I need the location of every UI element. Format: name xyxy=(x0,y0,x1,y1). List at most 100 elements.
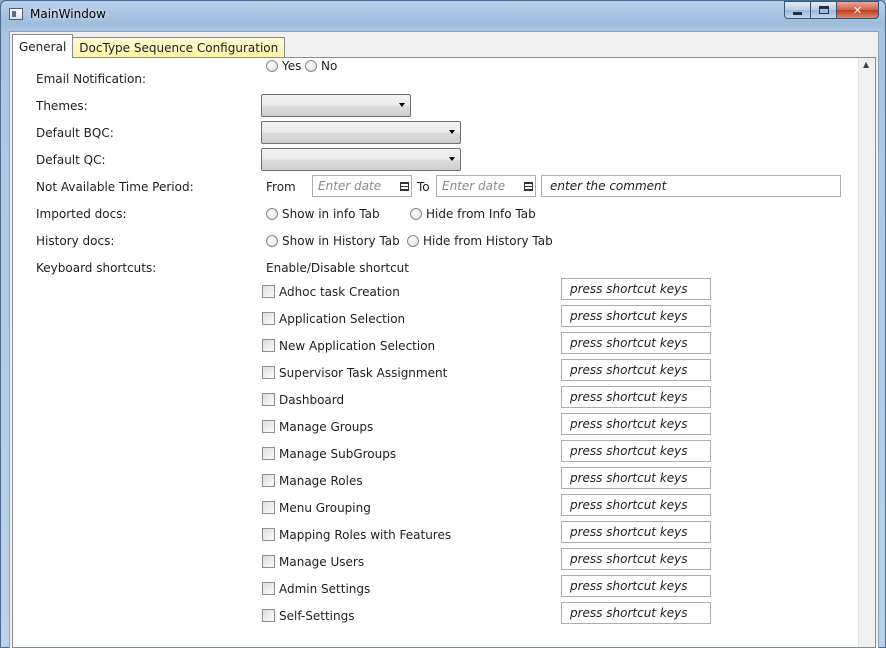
themes-label: Themes: xyxy=(36,99,88,113)
keyboard-shortcuts-label: Keyboard shortcuts: xyxy=(36,261,157,275)
shortcut-checkbox[interactable]: Manage Roles xyxy=(262,474,363,488)
chevron-down-icon xyxy=(449,130,455,134)
shortcut-keys-textbox[interactable] xyxy=(561,602,711,624)
shortcut-keys-textbox[interactable] xyxy=(561,494,711,516)
shortcut-keys-textbox[interactable] xyxy=(561,467,711,489)
shortcut-checkbox[interactable]: Supervisor Task Assignment xyxy=(262,366,447,380)
checkbox-icon xyxy=(262,420,275,433)
history-show-radio[interactable]: Show in History Tab xyxy=(266,234,400,248)
shortcut-keys-input[interactable] xyxy=(562,522,710,542)
shortcut-keys-input[interactable] xyxy=(562,333,710,353)
shortcut-checkbox[interactable]: Admin Settings xyxy=(262,582,370,596)
shortcut-checkbox[interactable]: Adhoc task Creation xyxy=(262,285,400,299)
scroll-up-icon[interactable]: ▲ xyxy=(863,60,869,69)
email-yes-radio[interactable]: Yes xyxy=(266,59,301,73)
radio-icon xyxy=(407,235,419,247)
checkbox-icon xyxy=(262,555,275,568)
default-qc-label: Default QC: xyxy=(36,153,106,167)
shortcut-keys-textbox[interactable] xyxy=(561,305,711,327)
shortcut-keys-textbox[interactable] xyxy=(561,386,711,408)
chevron-down-icon xyxy=(449,157,455,161)
imported-docs-label: Imported docs: xyxy=(36,207,127,221)
shortcut-keys-input[interactable] xyxy=(562,603,710,623)
checkbox-icon xyxy=(262,312,275,325)
shortcut-checkbox[interactable]: Manage Users xyxy=(262,555,364,569)
close-icon: ✕ xyxy=(852,3,863,17)
shortcut-checkbox[interactable]: Manage Groups xyxy=(262,420,373,434)
shortcut-keys-textbox[interactable] xyxy=(561,413,711,435)
shortcut-keys-input[interactable] xyxy=(562,360,710,380)
maximize-button[interactable] xyxy=(810,1,836,19)
from-date-picker[interactable] xyxy=(312,175,412,197)
shortcut-keys-input[interactable] xyxy=(562,441,710,461)
from-date-input[interactable] xyxy=(313,176,399,196)
checkbox-icon xyxy=(262,366,275,379)
shortcut-keys-input[interactable] xyxy=(562,549,710,569)
to-date-input[interactable] xyxy=(437,176,523,196)
shortcut-checkbox[interactable]: Mapping Roles with Features xyxy=(262,528,451,542)
history-hide-radio[interactable]: Hide from History Tab xyxy=(407,234,553,248)
history-show-label: Show in History Tab xyxy=(282,234,400,248)
default-bqc-combobox[interactable] xyxy=(261,121,461,144)
shortcut-keys-input[interactable] xyxy=(562,468,710,488)
comment-textbox[interactable] xyxy=(541,175,841,197)
shortcut-keys-textbox[interactable] xyxy=(561,278,711,300)
shortcut-keys-textbox[interactable] xyxy=(561,440,711,462)
tab-doctype-sequence-configuration[interactable]: DocType Sequence Configuration xyxy=(72,37,286,58)
shortcut-keys-input[interactable] xyxy=(562,306,710,326)
checkbox-icon xyxy=(262,609,275,622)
email-notification-label: Email Notification: xyxy=(36,72,147,86)
email-no-radio[interactable]: No xyxy=(305,59,337,73)
shortcut-keys-input[interactable] xyxy=(562,279,710,299)
checkbox-icon xyxy=(262,528,275,541)
checkbox-icon xyxy=(262,285,275,298)
checkbox-icon xyxy=(262,582,275,595)
tab-strip: General DocType Sequence Configuration xyxy=(12,34,286,58)
client-area: General DocType Sequence Configuration ▲… xyxy=(9,31,879,648)
shortcut-label: Adhoc task Creation xyxy=(279,285,400,299)
window-controls: ✕ xyxy=(784,1,879,19)
shortcut-checkbox[interactable]: Menu Grouping xyxy=(262,501,371,515)
themes-combobox[interactable] xyxy=(261,94,411,117)
imported-show-label: Show in info Tab xyxy=(282,207,380,221)
shortcut-checkbox[interactable]: Manage SubGroups xyxy=(262,447,396,461)
imported-hide-radio[interactable]: Hide from Info Tab xyxy=(410,207,536,221)
shortcut-checkbox[interactable]: Self-Settings xyxy=(262,609,354,623)
checkbox-icon xyxy=(262,339,275,352)
calendar-icon xyxy=(523,181,533,191)
comment-input[interactable] xyxy=(542,176,840,196)
shortcut-keys-textbox[interactable] xyxy=(561,332,711,354)
shortcut-keys-input[interactable] xyxy=(562,576,710,596)
shortcut-label: Supervisor Task Assignment xyxy=(279,366,448,380)
shortcut-keys-input[interactable] xyxy=(562,414,710,434)
minimize-button[interactable] xyxy=(784,1,810,19)
shortcut-label: Self-Settings xyxy=(279,609,355,623)
email-no-label: No xyxy=(321,59,338,73)
checkbox-icon xyxy=(262,501,275,514)
shortcut-keys-textbox[interactable] xyxy=(561,521,711,543)
to-label: To xyxy=(417,180,430,194)
tab-general[interactable]: General xyxy=(12,34,74,58)
main-window: MainWindow ✕ General DocType Sequence Co… xyxy=(0,0,886,648)
close-button[interactable]: ✕ xyxy=(836,1,879,19)
calendar-button[interactable] xyxy=(398,178,410,194)
vertical-scrollbar[interactable]: ▲ xyxy=(858,58,875,647)
history-docs-label: History docs: xyxy=(36,234,115,248)
title-bar[interactable]: MainWindow ✕ xyxy=(1,1,885,29)
shortcut-keys-input[interactable] xyxy=(562,495,710,515)
shortcut-checkbox[interactable]: Application Selection xyxy=(262,312,405,326)
shortcut-label: New Application Selection xyxy=(279,339,436,353)
shortcut-keys-input[interactable] xyxy=(562,387,710,407)
shortcut-keys-textbox[interactable] xyxy=(561,575,711,597)
imported-show-radio[interactable]: Show in info Tab xyxy=(266,207,380,221)
shortcut-checkbox[interactable]: Dashboard xyxy=(262,393,344,407)
to-date-picker[interactable] xyxy=(436,175,536,197)
shortcut-label: Menu Grouping xyxy=(279,501,371,515)
minimize-icon xyxy=(793,11,802,15)
shortcut-keys-textbox[interactable] xyxy=(561,359,711,381)
calendar-button[interactable] xyxy=(522,178,534,194)
shortcut-checkbox[interactable]: New Application Selection xyxy=(262,339,435,353)
radio-icon xyxy=(266,235,278,247)
default-qc-combobox[interactable] xyxy=(261,148,461,171)
shortcut-keys-textbox[interactable] xyxy=(561,548,711,570)
